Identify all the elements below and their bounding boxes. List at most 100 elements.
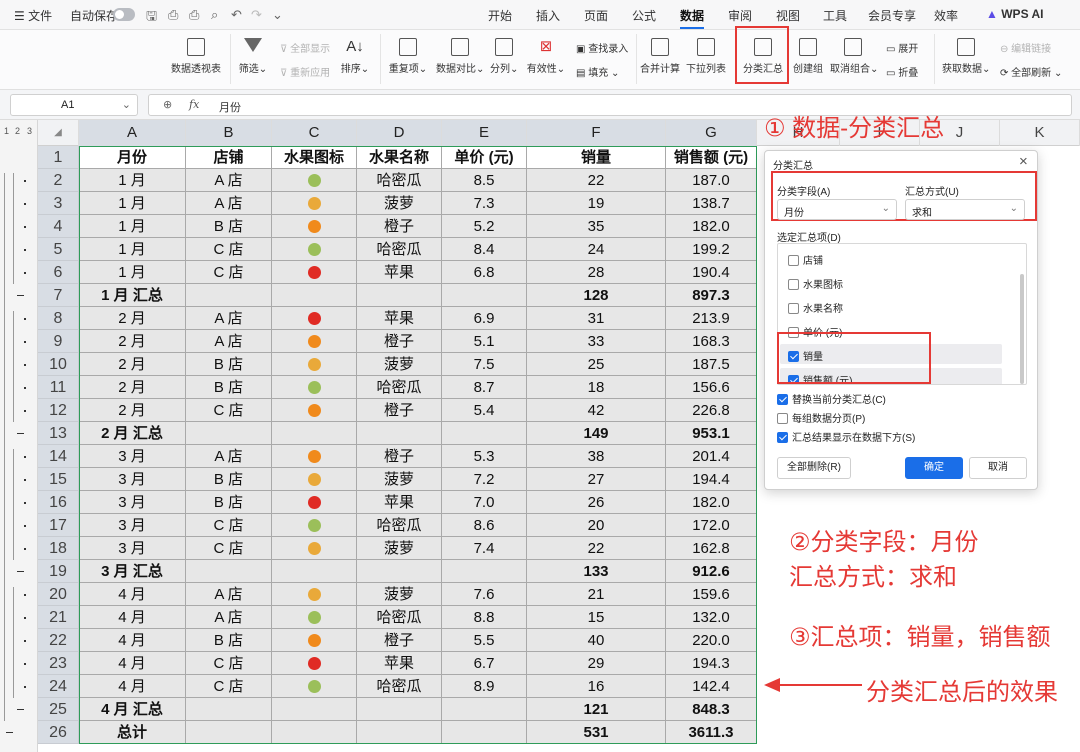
table-cell[interactable]: 苹果 bbox=[357, 652, 442, 675]
table-cell[interactable]: 1 月 汇总 bbox=[79, 284, 186, 307]
option-pagebreak[interactable]: 每组数据分页(P) bbox=[777, 410, 865, 425]
tab-review[interactable]: 审阅 bbox=[728, 7, 752, 24]
refresh-all-button[interactable]: ⟳ 全部刷新 ⌄ bbox=[1000, 64, 1062, 79]
pivot-table-button[interactable]: 数据透视表 bbox=[170, 38, 222, 75]
table-cell[interactable]: 531 bbox=[527, 721, 666, 744]
row-header[interactable]: 4 bbox=[38, 215, 79, 238]
table-cell[interactable]: 橙子 bbox=[357, 330, 442, 353]
table-cell[interactable]: 7.3 bbox=[442, 192, 527, 215]
table-cell[interactable]: 4 月 bbox=[79, 629, 186, 652]
table-cell[interactable]: 哈密瓜 bbox=[357, 675, 442, 698]
table-cell[interactable]: 菠萝 bbox=[357, 583, 442, 606]
table-cell[interactable]: 苹果 bbox=[357, 307, 442, 330]
items-scrollbar[interactable] bbox=[1020, 274, 1024, 384]
table-cell[interactable]: 132.0 bbox=[666, 606, 757, 629]
wps-ai-button[interactable]: ▲ WPS AI bbox=[986, 7, 1043, 21]
outline-level-3[interactable]: 3 bbox=[27, 126, 32, 136]
table-header-cell[interactable]: 单价 (元) bbox=[442, 146, 527, 169]
table-cell[interactable]: 182.0 bbox=[666, 215, 757, 238]
table-cell[interactable]: 226.8 bbox=[666, 399, 757, 422]
table-cell[interactable] bbox=[272, 698, 357, 721]
table-cell[interactable]: 8.6 bbox=[442, 514, 527, 537]
field-select[interactable]: 月份 ⌄ bbox=[777, 199, 897, 220]
row-header[interactable]: 19 bbox=[38, 560, 79, 583]
table-cell[interactable]: 1 月 bbox=[79, 215, 186, 238]
row-header[interactable]: 17 bbox=[38, 514, 79, 537]
row-header[interactable]: 15 bbox=[38, 468, 79, 491]
row-header[interactable]: 5 bbox=[38, 238, 79, 261]
table-cell[interactable] bbox=[186, 721, 272, 744]
column-header-b[interactable]: B bbox=[186, 120, 272, 146]
table-cell[interactable]: B 店 bbox=[186, 353, 272, 376]
fruit-icon-cell[interactable] bbox=[272, 353, 357, 376]
table-cell[interactable]: 2 月 bbox=[79, 353, 186, 376]
table-cell[interactable]: 3 月 bbox=[79, 445, 186, 468]
table-cell[interactable]: 187.0 bbox=[666, 169, 757, 192]
table-cell[interactable]: A 店 bbox=[186, 192, 272, 215]
table-cell[interactable]: 哈密瓜 bbox=[357, 376, 442, 399]
table-cell[interactable]: 2 月 bbox=[79, 376, 186, 399]
table-cell[interactable]: 31 bbox=[527, 307, 666, 330]
table-cell[interactable]: 苹果 bbox=[357, 491, 442, 514]
table-cell[interactable]: 33 bbox=[527, 330, 666, 353]
table-cell[interactable]: 苹果 bbox=[357, 261, 442, 284]
table-cell[interactable]: 2 月 bbox=[79, 330, 186, 353]
table-cell[interactable] bbox=[357, 422, 442, 445]
table-cell[interactable]: 3 月 bbox=[79, 514, 186, 537]
table-cell[interactable]: 848.3 bbox=[666, 698, 757, 721]
table-cell[interactable] bbox=[272, 284, 357, 307]
table-cell[interactable]: 38 bbox=[527, 445, 666, 468]
collapse-group-button[interactable] bbox=[17, 571, 24, 572]
table-cell[interactable]: 16 bbox=[527, 675, 666, 698]
dropdown-list-button[interactable]: 下拉列表 bbox=[686, 38, 726, 75]
table-header-cell[interactable]: 店铺 bbox=[186, 146, 272, 169]
duplicates-button[interactable]: 重复项⌄ bbox=[388, 38, 428, 75]
table-cell[interactable]: 912.6 bbox=[666, 560, 757, 583]
table-cell[interactable]: 7.0 bbox=[442, 491, 527, 514]
table-cell[interactable]: 42 bbox=[527, 399, 666, 422]
table-cell[interactable]: 8.9 bbox=[442, 675, 527, 698]
table-cell[interactable]: 3611.3 bbox=[666, 721, 757, 744]
table-cell[interactable]: 橙子 bbox=[357, 445, 442, 468]
table-cell[interactable]: A 店 bbox=[186, 307, 272, 330]
table-cell[interactable] bbox=[357, 721, 442, 744]
table-cell[interactable]: 18 bbox=[527, 376, 666, 399]
table-cell[interactable]: 5.1 bbox=[442, 330, 527, 353]
collapse-group-button[interactable] bbox=[17, 433, 24, 434]
tab-data[interactable]: 数据 bbox=[680, 7, 705, 29]
table-cell[interactable]: 3 月 bbox=[79, 468, 186, 491]
fruit-icon-cell[interactable] bbox=[272, 606, 357, 629]
table-cell[interactable]: 8.5 bbox=[442, 169, 527, 192]
fruit-icon-cell[interactable] bbox=[272, 583, 357, 606]
table-header-cell[interactable]: 水果名称 bbox=[357, 146, 442, 169]
table-cell[interactable]: 5.3 bbox=[442, 445, 527, 468]
table-cell[interactable]: 133 bbox=[527, 560, 666, 583]
row-header[interactable]: 20 bbox=[38, 583, 79, 606]
select-all-corner[interactable]: ◢ bbox=[38, 120, 79, 146]
fruit-icon-cell[interactable] bbox=[272, 376, 357, 399]
table-header-cell[interactable]: 月份 bbox=[79, 146, 186, 169]
table-cell[interactable]: 5.4 bbox=[442, 399, 527, 422]
table-header-cell[interactable]: 销售额 (元) bbox=[666, 146, 757, 169]
table-cell[interactable]: 29 bbox=[527, 652, 666, 675]
fruit-icon-cell[interactable] bbox=[272, 399, 357, 422]
table-cell[interactable]: 4 月 bbox=[79, 606, 186, 629]
column-header-e[interactable]: E bbox=[442, 120, 527, 146]
table-cell[interactable]: 橙子 bbox=[357, 215, 442, 238]
row-header[interactable]: 11 bbox=[38, 376, 79, 399]
tab-member[interactable]: 会员专享 bbox=[868, 7, 916, 24]
close-icon[interactable]: × bbox=[1019, 153, 1028, 170]
table-cell[interactable]: 菠萝 bbox=[357, 353, 442, 376]
table-cell[interactable]: 897.3 bbox=[666, 284, 757, 307]
create-group-button[interactable]: 创建组 bbox=[792, 38, 824, 75]
tab-insert[interactable]: 插入 bbox=[536, 7, 560, 24]
table-cell[interactable]: 总计 bbox=[79, 721, 186, 744]
table-cell[interactable]: 187.5 bbox=[666, 353, 757, 376]
table-cell[interactable]: 25 bbox=[527, 353, 666, 376]
table-cell[interactable]: C 店 bbox=[186, 399, 272, 422]
summary-item[interactable]: 店铺 bbox=[788, 248, 823, 267]
row-header[interactable]: 8 bbox=[38, 307, 79, 330]
table-cell[interactable]: 953.1 bbox=[666, 422, 757, 445]
fruit-icon-cell[interactable] bbox=[272, 491, 357, 514]
row-header[interactable]: 21 bbox=[38, 606, 79, 629]
